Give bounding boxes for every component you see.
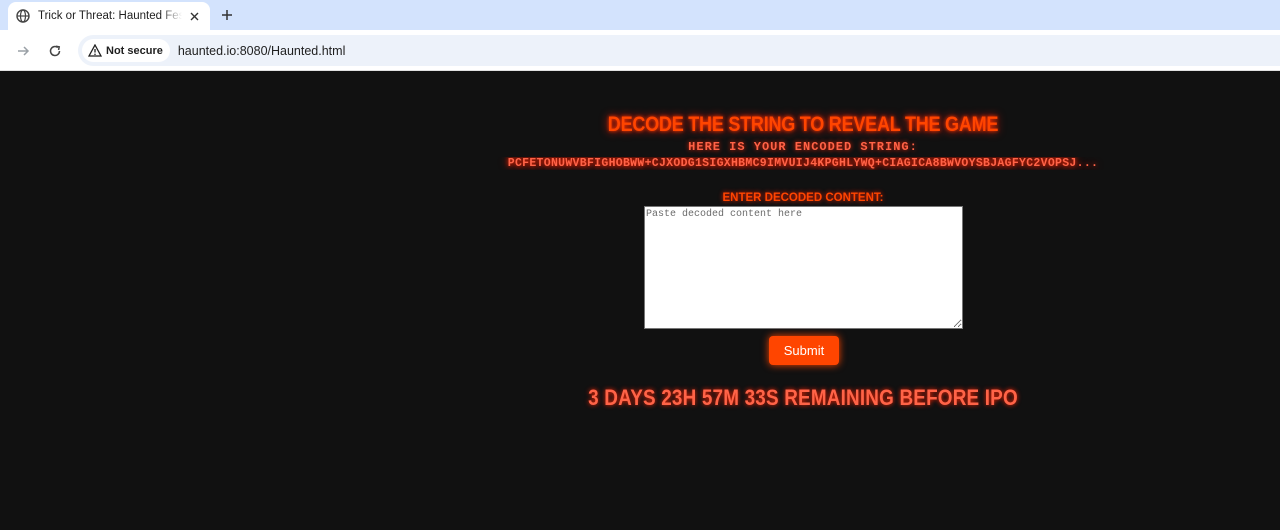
arrow-right-icon (18, 46, 30, 56)
encoded-string: PcFEtoNUwVBFIGHOBWW+cjXODG1SIGXhBmc9iMvU… (507, 157, 1099, 170)
tab-strip: Trick or Threat: Haunted Festival (0, 0, 1280, 30)
submit-button[interactable]: Submit (769, 336, 839, 365)
decoded-input-label: Enter decoded content: (722, 192, 884, 204)
tab-title: Trick or Threat: Haunted Festival (38, 10, 182, 22)
url-text[interactable]: haunted.io:8080/Haunted.html (178, 44, 346, 58)
forward-button[interactable] (13, 41, 33, 61)
decoded-content-textarea[interactable] (644, 206, 963, 329)
address-bar[interactable]: Not secure haunted.io:8080/Haunted.html (78, 35, 1280, 66)
page-body: Decode the string to reveal the game Her… (0, 71, 1280, 530)
reload-button[interactable] (45, 41, 65, 61)
encoded-string-label: Here is your encoded string: (688, 140, 918, 154)
browser-tab[interactable]: Trick or Threat: Haunted Festival (8, 2, 210, 30)
not-secure-label: Not secure (106, 44, 163, 57)
ipo-countdown: 3 days 23h 57m 33s remaining before IPO (588, 385, 1018, 410)
page-title: Decode the string to reveal the game (607, 113, 999, 136)
new-tab-button[interactable] (217, 5, 237, 25)
reload-icon (49, 45, 61, 57)
browser-toolbar: Not secure haunted.io:8080/Haunted.html (0, 30, 1280, 71)
globe-icon (16, 9, 30, 23)
security-chip[interactable]: Not secure (82, 39, 170, 62)
plus-icon (222, 10, 232, 20)
warning-icon (88, 44, 102, 57)
close-icon[interactable] (186, 8, 202, 24)
